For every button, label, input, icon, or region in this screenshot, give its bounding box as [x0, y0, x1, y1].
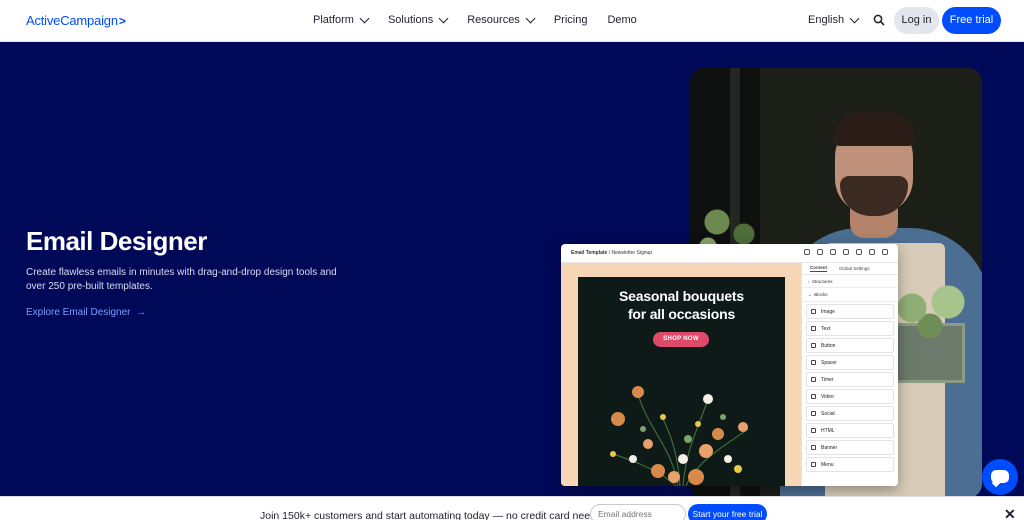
play-icon	[811, 394, 816, 399]
editor-tabs: Content Global Settings	[802, 263, 898, 275]
tab-global-settings[interactable]: Global Settings	[839, 266, 870, 271]
block-label: Social	[821, 410, 835, 417]
explore-email-designer-link[interactable]: Explore Email Designer →	[26, 307, 146, 318]
image-icon	[811, 309, 816, 314]
block-button[interactable]: Button	[806, 338, 894, 353]
top-nav: ActiveCampaign> Platform Solutions Resou…	[0, 0, 1024, 42]
section-structures[interactable]: › Structures	[802, 275, 898, 288]
arrow-right-icon: →	[133, 307, 147, 318]
block-video[interactable]: Video	[806, 389, 894, 404]
block-label: Video	[821, 393, 834, 400]
block-label: HTML	[821, 427, 835, 434]
editor-canvas: Seasonal bouquets for all occasions SHOP…	[561, 263, 801, 486]
nav-item-label: Demo	[607, 14, 637, 26]
text-icon	[811, 326, 816, 331]
block-image[interactable]: Image	[806, 304, 894, 319]
toolbar-icon	[869, 249, 875, 255]
logo[interactable]: ActiveCampaign>	[26, 13, 126, 28]
chevron-right-icon: >	[118, 14, 126, 28]
login-button[interactable]: Log in	[894, 7, 939, 34]
section-label: Blocks	[814, 292, 828, 297]
photo-hair	[833, 112, 915, 146]
explore-link-label: Explore Email Designer	[26, 307, 131, 318]
nav-item-label: Pricing	[553, 14, 588, 26]
block-menu[interactable]: Menu	[806, 457, 894, 472]
section-label: Structures	[812, 279, 833, 284]
breadcrumb-secondary: Newsletter Signup	[611, 250, 653, 256]
nav-item-resources[interactable]: Resources	[467, 13, 536, 26]
nav-item-solutions[interactable]: Solutions	[387, 13, 449, 26]
block-text[interactable]: Text	[806, 321, 894, 336]
toolbar-icon	[843, 249, 849, 255]
block-label: Image	[821, 308, 835, 315]
code-icon	[811, 428, 816, 433]
toolbar-icon	[830, 249, 836, 255]
section-blocks[interactable]: ⌄ Blocks	[802, 288, 898, 302]
email-field[interactable]	[590, 504, 686, 520]
chevron-down-icon	[525, 13, 536, 23]
email-preview: Seasonal bouquets for all occasions SHOP…	[578, 277, 785, 486]
nav-menu: Platform Solutions Resources Pricing Dem…	[313, 13, 657, 26]
block-html[interactable]: HTML	[806, 423, 894, 438]
hero-description: Create flawless emails in minutes with d…	[26, 267, 337, 292]
nav-item-label: Platform	[313, 14, 354, 26]
timer-icon	[811, 377, 816, 382]
breadcrumb-separator: /	[608, 250, 611, 256]
toolbar-icon	[817, 249, 823, 255]
block-spacer[interactable]: Spacer	[806, 355, 894, 370]
breadcrumb-primary: Email Template	[571, 250, 608, 256]
tab-content[interactable]: Content	[810, 265, 827, 272]
chat-button[interactable]	[982, 459, 1018, 495]
block-label: Button	[821, 342, 836, 349]
chevron-down-icon	[438, 13, 449, 23]
menu-icon	[811, 462, 816, 467]
free-trial-button[interactable]: Free trial	[942, 7, 1001, 34]
nav-item-demo[interactable]: Demo	[607, 14, 636, 26]
photo-crate-plant	[885, 278, 975, 338]
bouquet-image	[610, 386, 749, 486]
hero-title: Email Designer	[26, 226, 207, 256]
nav-item-platform[interactable]: Platform	[313, 13, 370, 26]
language-selector[interactable]: English	[808, 13, 860, 26]
nav-item-label: Solutions	[387, 14, 434, 26]
social-icon	[811, 411, 816, 416]
email-editor-mockup: Email Template / Newsletter Signup Seaso…	[561, 244, 898, 486]
nav-item-label: Resources	[467, 14, 520, 26]
block-label: Text	[821, 325, 831, 332]
chevron-down-icon	[359, 13, 370, 23]
chevron-down-icon	[849, 13, 860, 23]
block-banner[interactable]: Banner	[806, 440, 894, 455]
email-headline-line-1: Seasonal bouquets	[619, 288, 744, 304]
nav-item-pricing[interactable]: Pricing	[554, 14, 588, 26]
block-label: Banner	[821, 444, 838, 451]
hero-section: Email Designer Create flawless emails in…	[0, 42, 1024, 520]
block-label: Menu	[821, 461, 834, 468]
editor-sidebar: Content Global Settings › Structures ⌄ B…	[801, 263, 898, 486]
block-label: Spacer	[821, 359, 837, 366]
toolbar-icon	[856, 249, 862, 255]
block-social[interactable]: Social	[806, 406, 894, 421]
logo-text: ActiveCampaign	[26, 13, 118, 28]
toolbar-icon	[882, 249, 888, 255]
signup-bar: Join 150k+ customers and start automatin…	[0, 496, 1024, 520]
block-label: Timer	[821, 376, 834, 383]
search-icon[interactable]	[873, 14, 885, 26]
close-icon[interactable]: ✕	[1004, 506, 1016, 520]
start-free-trial-button[interactable]: Start your free trial	[688, 504, 767, 520]
block-timer[interactable]: Timer	[806, 372, 894, 387]
editor-toolbar-icons	[804, 249, 895, 255]
email-headline: Seasonal bouquets for all occasions	[578, 287, 785, 323]
email-headline-line-2: for all occasions	[627, 306, 736, 322]
button-icon	[811, 343, 816, 348]
language-label: English	[808, 14, 845, 26]
shop-now-button: SHOP NOW	[653, 332, 709, 347]
editor-header: Email Template / Newsletter Signup	[561, 244, 898, 263]
banner-icon	[811, 445, 816, 450]
signup-bar-text: Join 150k+ customers and start automatin…	[260, 510, 611, 520]
editor-breadcrumb: Email Template / Newsletter Signup	[571, 250, 652, 256]
toolbar-icon	[804, 249, 810, 255]
spacer-icon	[811, 360, 816, 365]
